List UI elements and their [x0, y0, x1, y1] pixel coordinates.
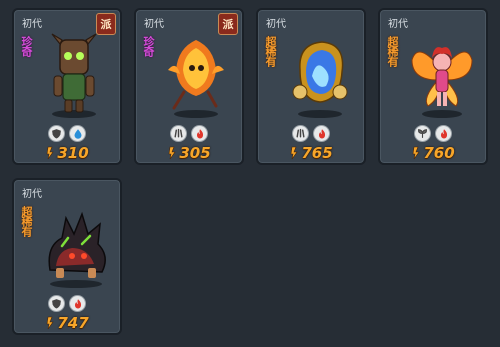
power-icon [412, 146, 420, 160]
fire-icon [69, 295, 86, 312]
combat-power: 305 [136, 144, 242, 162]
fire-fairy-creature-icon [411, 47, 473, 118]
shield-icon [48, 125, 65, 142]
power-icon [46, 316, 54, 330]
leaf-icon [414, 125, 431, 142]
creature-card-3[interactable]: 初代 超稀有 765 [256, 8, 366, 165]
claw-icon [170, 125, 187, 142]
generation-label: 初代 [388, 19, 408, 30]
power-icon [46, 146, 54, 160]
creature-card-4[interactable]: 初代 超稀有 760 [378, 8, 488, 165]
creature-card-5[interactable]: 初代 超稀有 747 [12, 178, 122, 335]
shield-icon [48, 295, 65, 312]
generation-label: 初代 [144, 19, 164, 30]
combat-power: 765 [258, 144, 364, 162]
power-value: 305 [179, 144, 211, 162]
power-icon [168, 146, 176, 160]
power-value: 747 [57, 314, 89, 332]
fire-imp-creature-icon [168, 40, 224, 118]
creature-card-2[interactable]: 初代 派 珍奇 305 [134, 8, 244, 165]
dark-beast-creature-icon [48, 211, 106, 288]
treant-creature-icon [51, 33, 97, 118]
power-value: 310 [57, 144, 89, 162]
fire-icon [191, 125, 208, 142]
combat-power: 760 [380, 144, 486, 162]
generation-label: 初代 [22, 189, 42, 200]
blue-flame-orb-creature-icon [292, 41, 348, 118]
creature-card-1[interactable]: 初代 派 珍奇 310 [12, 8, 122, 165]
fire-icon [435, 125, 452, 142]
claw-icon [292, 125, 309, 142]
combat-power: 310 [14, 144, 120, 162]
combat-power: 747 [14, 314, 120, 332]
power-value: 760 [423, 144, 455, 162]
power-icon [290, 146, 298, 160]
water-drop-icon [69, 125, 86, 142]
generation-label: 初代 [266, 19, 286, 30]
power-value: 765 [301, 144, 333, 162]
fire-icon [313, 125, 330, 142]
generation-label: 初代 [22, 19, 42, 30]
